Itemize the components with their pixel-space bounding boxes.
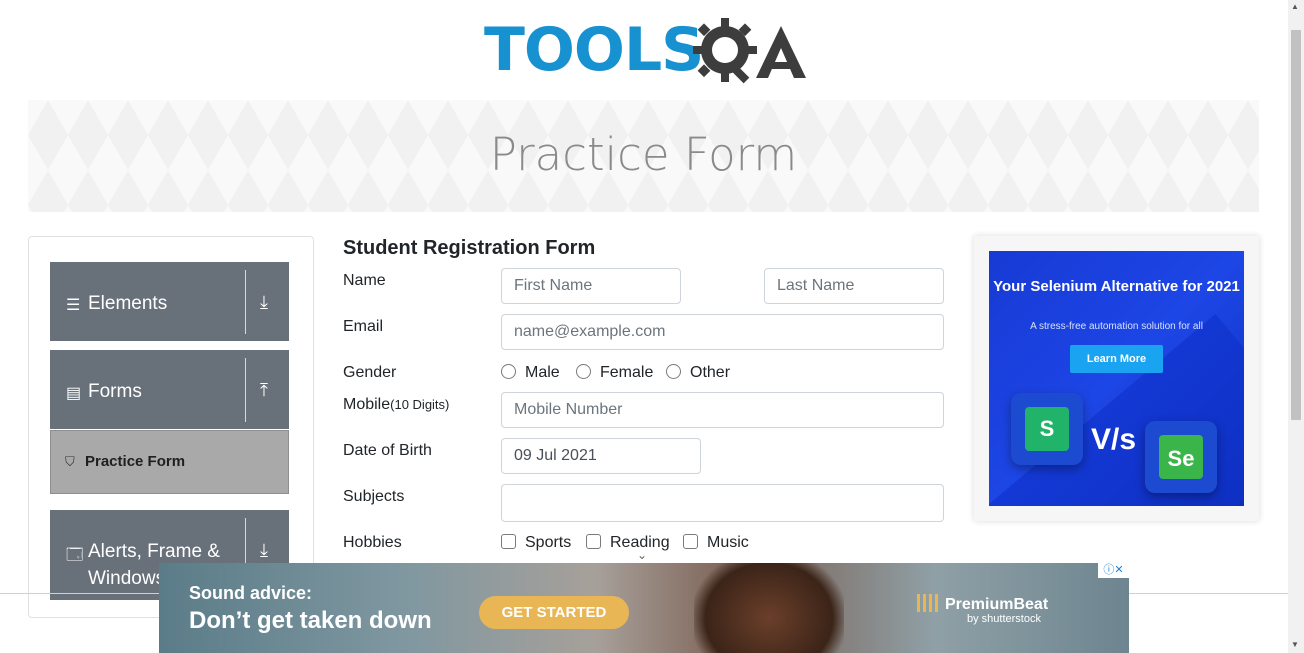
gender-option-label[interactable]: Male: [525, 364, 560, 382]
subjects-input[interactable]: [501, 484, 944, 522]
first-name-input[interactable]: First Name: [501, 268, 681, 304]
selenium-logo-tile: Se: [1145, 421, 1217, 493]
gender-other-radio[interactable]: [666, 364, 681, 379]
brand-name: PremiumBeat: [945, 596, 1049, 613]
sidebar-group-label: Elements: [88, 293, 168, 314]
dob-label: Date of Birth: [343, 442, 432, 459]
gear-icon: [693, 18, 757, 84]
ad-vs-text: V/s: [1091, 423, 1137, 456]
side-ad[interactable]: Your Selenium Alternative for 2021 A str…: [989, 251, 1244, 506]
ad-subtitle: A stress-free automation solution for al…: [1030, 321, 1203, 332]
scroll-up-arrow-icon[interactable]: ▲: [1291, 2, 1299, 11]
chevron-down-icon[interactable]: ⌄: [637, 548, 647, 562]
hobby-sports-checkbox[interactable]: [501, 534, 516, 549]
logo-tools-text: TOOLS: [484, 15, 704, 85]
gender-option-label[interactable]: Other: [690, 364, 730, 382]
soundbars-icon: [917, 594, 939, 612]
email-input[interactable]: name@example.com: [501, 314, 944, 350]
sidebar-item-practice-form[interactable]: ⛉ Practice Form: [50, 430, 289, 494]
gender-label: Gender: [343, 364, 397, 381]
mobile-input[interactable]: Mobile Number: [501, 392, 944, 428]
divider: [245, 358, 246, 422]
gender-option-label[interactable]: Female: [600, 364, 653, 382]
mobile-hint: (10 Digits): [390, 397, 450, 412]
hobby-reading-checkbox[interactable]: [586, 534, 601, 549]
dob-input[interactable]: 09 Jul 2021: [501, 438, 701, 474]
hobby-music-checkbox[interactable]: [683, 534, 698, 549]
mobile-label: Mobile(10 Digits): [343, 396, 449, 414]
window-icon: 🗔: [66, 547, 84, 564]
divider: [245, 270, 246, 334]
sidebar-group-forms[interactable]: ▤ Forms ⤒: [50, 350, 289, 429]
subjects-label: Subjects: [343, 488, 405, 505]
ad-get-started-button[interactable]: GET STARTED: [479, 596, 629, 629]
ad-title: Your Selenium Alternative for 2021: [993, 278, 1240, 295]
adchoices-close-icon[interactable]: ⓘ✕: [1098, 563, 1129, 578]
hobby-option-label[interactable]: Sports: [525, 534, 571, 552]
brand-subtitle: by shutterstock: [967, 613, 1041, 625]
upload-arrow-icon[interactable]: ⤒: [260, 380, 268, 401]
document-icon: ▤: [66, 385, 82, 402]
toolsqa-logo[interactable]: TOOLS: [484, 14, 808, 94]
premiumbeat-logo: PremiumBeat: [917, 594, 1048, 614]
sidebar-group-elements[interactable]: ☰ Elements ⤓: [50, 262, 289, 341]
download-arrow-icon[interactable]: ⤓: [260, 292, 268, 313]
hobbies-label: Hobbies: [343, 534, 402, 551]
page-title: Practice Form: [489, 128, 798, 181]
email-label: Email: [343, 318, 384, 335]
bottom-ad[interactable]: Sound advice: Don’t get taken down GET S…: [159, 563, 1129, 653]
katalon-logo-icon: S: [1025, 407, 1069, 451]
hobby-option-label[interactable]: Music: [707, 534, 749, 552]
gender-female-radio[interactable]: [576, 364, 591, 379]
scrollbar-thumb[interactable]: [1291, 30, 1301, 420]
ad-headline-1: Sound advice:: [189, 583, 313, 603]
sidebar-item-label: Practice Form: [85, 453, 186, 470]
form-title: Student Registration Form: [343, 237, 596, 259]
selenium-logo-icon: Se: [1159, 435, 1203, 479]
html5-icon: ⛉: [65, 454, 75, 469]
sidebar: ☰ Elements ⤓ ▤ Forms ⤒ ⛉ Practice Form 🗔…: [28, 236, 314, 618]
hamburger-icon: ☰: [66, 297, 81, 314]
ad-learn-more-button[interactable]: Learn More: [1070, 345, 1163, 373]
logo-a-glyph: [756, 26, 806, 78]
last-name-input[interactable]: Last Name: [764, 268, 944, 304]
ad-photo: [694, 563, 844, 653]
page-banner: Practice Form: [28, 100, 1259, 212]
ad-headline-2: Don’t get taken down: [189, 607, 432, 634]
download-arrow-icon[interactable]: ⤓: [260, 540, 268, 561]
sidebar-group-label: Forms: [88, 381, 142, 402]
katalon-logo-tile: S: [1011, 393, 1083, 465]
gender-male-radio[interactable]: [501, 364, 516, 379]
mobile-label-text: Mobile: [343, 396, 391, 413]
name-label: Name: [343, 272, 386, 289]
scroll-down-arrow-icon[interactable]: ▼: [1291, 640, 1299, 649]
